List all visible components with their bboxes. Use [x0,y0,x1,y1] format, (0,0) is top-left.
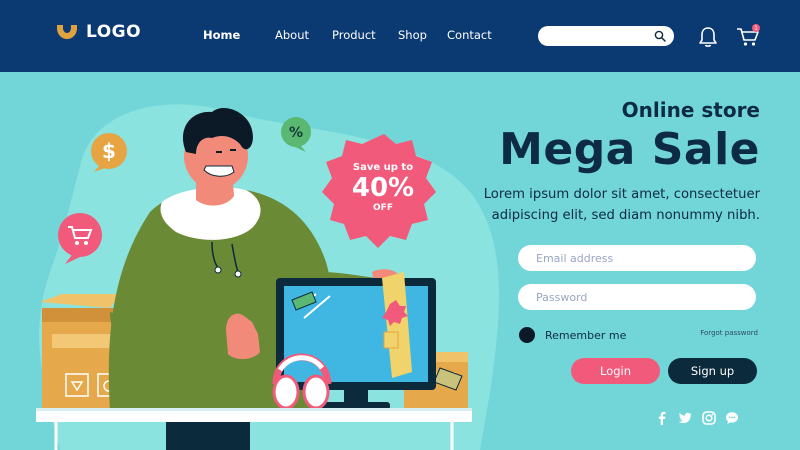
svg-text:$: $ [102,139,116,163]
remember-me-label: Remember me [545,328,627,342]
logo-icon [57,25,77,39]
password-field[interactable] [518,284,756,310]
hero-description: Lorem ipsum dolor sit amet, consectetuer… [483,187,760,223]
cart-badge-count: 1 [754,25,758,32]
instagram-icon[interactable] [702,411,716,425]
email-field[interactable] [518,245,756,271]
forgot-password-link[interactable]: Forgot password [700,329,758,337]
hero-headline: Mega Sale [499,124,760,175]
top-header: LOGO Home About Product Shop Contact 1 [0,0,800,72]
computer-monitor [276,272,436,410]
promo-line1: Save up to [352,162,414,173]
remember-me-toggle[interactable]: Remember me [519,327,626,343]
nav-product[interactable]: Product [332,28,376,42]
nav-contact[interactable]: Contact [447,28,492,42]
promo-percent: 40% [351,173,415,203]
search-input[interactable] [548,28,648,44]
twitter-icon[interactable] [678,411,692,425]
search-bar[interactable] [538,26,674,46]
nav-about[interactable]: About [275,28,309,42]
bell-icon[interactable] [698,26,718,48]
hero-illustration: $ % [36,104,499,450]
login-button[interactable]: Login [571,358,660,384]
hero-subtitle: Online store [621,98,760,122]
chat-icon[interactable] [725,411,739,425]
promo-line2: OFF [373,203,393,213]
svg-text:%: % [289,125,303,141]
signup-button[interactable]: Sign up [668,358,757,384]
cart-icon[interactable]: 1 [736,24,762,48]
remember-me-radio[interactable] [519,327,535,343]
nav-home[interactable]: Home [203,28,240,42]
nav-shop[interactable]: Shop [398,28,427,42]
logo-text: LOGO [86,22,142,42]
promo-badge-text: Save up to 40% OFF [330,162,436,213]
facebook-icon[interactable] [655,411,669,425]
logo[interactable]: LOGO [56,22,141,42]
search-icon[interactable] [654,30,666,42]
